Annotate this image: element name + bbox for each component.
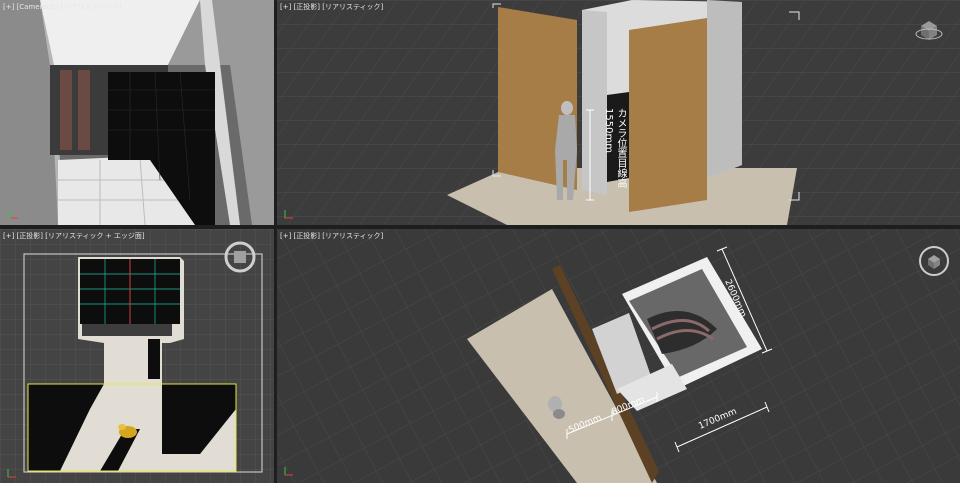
camera-view-render — [0, 0, 274, 225]
top-view-render — [0, 229, 274, 483]
ortho-viewport-label[interactable]: [+] [正投影] [リアリスティック] — [280, 231, 383, 241]
camera-height-value: 1550mm — [603, 108, 614, 153]
ortho-view-render: 2600mm 1700mm 500mm 800mm — [277, 229, 960, 483]
top-viewport[interactable]: [+] [正投影] [リアリスティック + エッジ面] — [0, 229, 274, 483]
perspective-viewport[interactable]: [+] [正投影] [リアリスティック] カメラ位置目線高 1550mm — [277, 0, 960, 225]
camera-viewport-label[interactable]: [+] [Camera01] [リアリスティック] — [3, 2, 122, 12]
perspective-viewport-label[interactable]: [+] [正投影] [リアリスティック] — [280, 2, 383, 12]
camera-viewport[interactable]: [+] [Camera01] [リアリスティック] — [0, 0, 274, 225]
camera-height-label: カメラ位置目線高 1550mm — [602, 108, 626, 188]
top-viewport-label[interactable]: [+] [正投影] [リアリスティック + エッジ面] — [3, 231, 145, 241]
camera-height-text: カメラ位置目線高 — [615, 108, 626, 188]
ortho-viewport[interactable]: 2600mm 1700mm 500mm 800mm [+] [正投影] [リアリ… — [277, 229, 960, 483]
